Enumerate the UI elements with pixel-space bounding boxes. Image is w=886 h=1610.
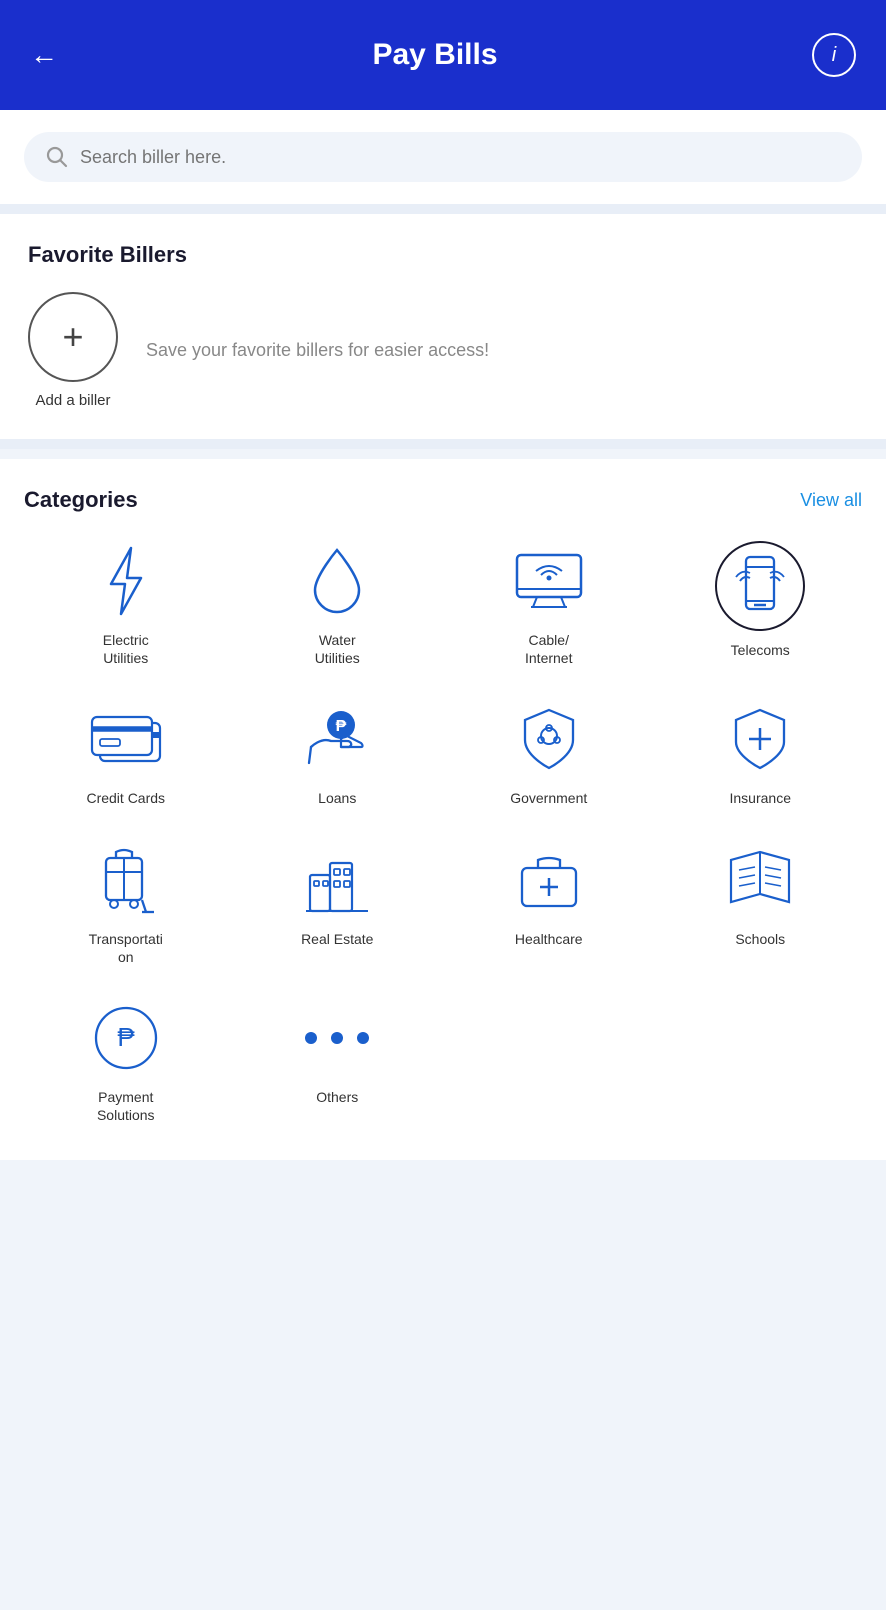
search-input[interactable] bbox=[80, 147, 840, 168]
favorites-section: Favorite Billers + Add a biller Save you… bbox=[0, 214, 886, 439]
favorites-title: Favorite Billers bbox=[28, 242, 858, 268]
category-credit-cards[interactable]: Credit Cards bbox=[24, 699, 228, 807]
schools-icon bbox=[720, 840, 800, 920]
category-electric-utilities[interactable]: ElectricUtilities bbox=[24, 541, 228, 667]
svg-text:₱: ₱ bbox=[117, 1022, 135, 1052]
categories-title: Categories bbox=[24, 487, 138, 513]
category-others[interactable]: Others bbox=[236, 998, 440, 1124]
category-government[interactable]: Government bbox=[447, 699, 651, 807]
others-icon bbox=[297, 998, 377, 1078]
payment-solutions-icon: ₱ bbox=[86, 998, 166, 1078]
back-button[interactable]: ← bbox=[30, 39, 58, 71]
category-insurance[interactable]: Insurance bbox=[659, 699, 863, 807]
cable-internet-icon bbox=[509, 541, 589, 621]
category-water-utilities[interactable]: WaterUtilities bbox=[236, 541, 440, 667]
section-divider bbox=[0, 204, 886, 214]
category-telecoms[interactable]: Telecoms bbox=[659, 541, 863, 667]
category-payment-solutions[interactable]: ₱ PaymentSolutions bbox=[24, 998, 228, 1124]
category-label: Real Estate bbox=[301, 930, 373, 948]
add-biller-label: Add a biller bbox=[35, 392, 110, 409]
category-label: Loans bbox=[318, 789, 356, 807]
category-label: Healthcare bbox=[515, 930, 583, 948]
category-transportation[interactable]: Transportation bbox=[24, 840, 228, 966]
info-button[interactable]: i bbox=[812, 33, 856, 77]
page-title: Pay Bills bbox=[372, 38, 497, 72]
add-circle-icon: + bbox=[28, 292, 118, 382]
category-label: Others bbox=[316, 1088, 358, 1106]
view-all-button[interactable]: View all bbox=[800, 490, 862, 511]
telecoms-icon bbox=[715, 541, 805, 631]
category-label: Schools bbox=[735, 930, 785, 948]
real-estate-icon bbox=[297, 840, 377, 920]
search-icon bbox=[46, 146, 68, 168]
category-label: Transportation bbox=[89, 930, 163, 966]
categories-section: Categories View all ElectricUtilities Wa… bbox=[0, 459, 886, 1160]
search-section bbox=[0, 110, 886, 204]
category-loans[interactable]: ₱ Loans bbox=[236, 699, 440, 807]
category-schools[interactable]: Schools bbox=[659, 840, 863, 966]
category-real-estate[interactable]: Real Estate bbox=[236, 840, 440, 966]
category-cable-internet[interactable]: Cable/Internet bbox=[447, 541, 651, 667]
search-box bbox=[24, 132, 862, 182]
favorites-description: Save your favorite billers for easier ac… bbox=[146, 337, 489, 364]
category-label: Insurance bbox=[730, 789, 791, 807]
category-label: ElectricUtilities bbox=[103, 631, 149, 667]
insurance-icon bbox=[720, 699, 800, 779]
category-healthcare[interactable]: Healthcare bbox=[447, 840, 651, 966]
electric-utilities-icon bbox=[86, 541, 166, 621]
section-divider-2 bbox=[0, 439, 886, 449]
svg-text:₱: ₱ bbox=[336, 718, 347, 735]
healthcare-icon bbox=[509, 840, 589, 920]
category-label: Government bbox=[510, 789, 587, 807]
category-label: Credit Cards bbox=[86, 789, 165, 807]
credit-cards-icon bbox=[86, 699, 166, 779]
water-utilities-icon bbox=[297, 541, 377, 621]
categories-grid: ElectricUtilities WaterUtilities bbox=[24, 541, 862, 1124]
favorites-content: + Add a biller Save your favorite biller… bbox=[28, 292, 858, 409]
category-label: Cable/Internet bbox=[525, 631, 572, 667]
category-label: PaymentSolutions bbox=[97, 1088, 155, 1124]
category-label: WaterUtilities bbox=[315, 631, 360, 667]
category-label: Telecoms bbox=[731, 641, 790, 659]
header: ← Pay Bills i bbox=[0, 0, 886, 110]
government-icon bbox=[509, 699, 589, 779]
transportation-icon bbox=[86, 840, 166, 920]
categories-header: Categories View all bbox=[24, 487, 862, 513]
loans-icon: ₱ bbox=[297, 699, 377, 779]
add-biller-button[interactable]: + Add a biller bbox=[28, 292, 118, 409]
